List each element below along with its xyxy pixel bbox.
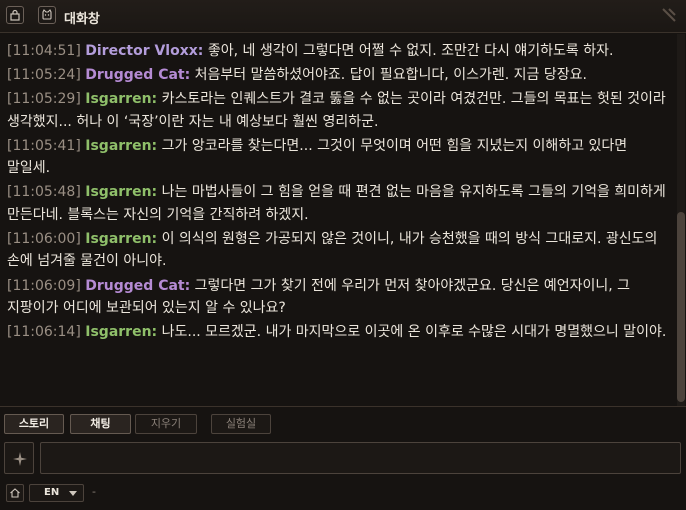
- corner-decoration-icon: [662, 8, 676, 22]
- message-speaker: Drugged Cat:: [85, 67, 191, 84]
- message-timestamp: [11:06:09]: [7, 277, 81, 294]
- message-timestamp: [11:05:29]: [7, 91, 81, 108]
- chat-input[interactable]: [40, 442, 681, 474]
- message-speaker: Isgarren:: [85, 324, 158, 341]
- message-speaker: Isgarren:: [85, 184, 158, 201]
- divider: [0, 406, 686, 407]
- window-title: 대화창: [64, 12, 100, 27]
- chat-log[interactable]: [11:04:51] Director Vloxx: 좋아, 네 생각이 그렇다…: [0, 34, 675, 406]
- message-timestamp: [11:05:24]: [7, 67, 81, 84]
- message-text: 좋아, 네 생각이 그렇다면 어쩔 수 없지. 조만간 다시 얘기하도록 하자.: [203, 43, 614, 59]
- title-bar: 대화창: [0, 0, 686, 33]
- chat-message: [11:05:24] Drugged Cat: 처음부터 말씀하셨어야죠. 답이…: [7, 64, 669, 87]
- scrollbar-thumb[interactable]: [677, 212, 685, 402]
- cat-icon: [42, 9, 52, 20]
- message-timestamp: [11:06:14]: [7, 324, 81, 341]
- status-text: -: [92, 485, 96, 498]
- message-speaker: Drugged Cat:: [85, 277, 191, 294]
- message-timestamp: [11:05:48]: [7, 184, 81, 201]
- chat-message: [11:05:41] Isgarren: 그가 앙코라를 찾는다면... 그것이…: [7, 135, 669, 180]
- lock-button[interactable]: [6, 6, 24, 24]
- lab-button[interactable]: 실험실: [211, 414, 271, 434]
- message-timestamp: [11:04:51]: [7, 43, 81, 59]
- message-timestamp: [11:06:00]: [7, 230, 81, 247]
- chat-message: [11:06:14] Isgarren: 나도... 모르겠군. 내가 마지막으…: [7, 321, 669, 344]
- sparkle-button[interactable]: [4, 442, 34, 474]
- tab-story[interactable]: 스토리: [4, 414, 64, 434]
- tab-chat[interactable]: 채팅: [70, 414, 131, 434]
- language-value: EN: [44, 487, 60, 498]
- footer: EN -: [0, 482, 686, 510]
- cat-button[interactable]: [38, 6, 56, 24]
- lock-icon: [10, 9, 20, 21]
- chat-message: [11:05:29] Isgarren: 카스토라는 인퀘스트가 결코 뚫을 수…: [7, 88, 669, 133]
- message-text: 나도... 모르겠군. 내가 마지막으로 이곳에 온 이후로 수많은 시대가 명…: [157, 324, 667, 341]
- home-button[interactable]: [6, 484, 24, 502]
- message-speaker: Isgarren:: [85, 137, 158, 154]
- message-speaker: Isgarren:: [85, 91, 158, 108]
- language-select[interactable]: EN: [29, 484, 84, 502]
- message-timestamp: [11:05:41]: [7, 137, 81, 154]
- chat-message: [11:04:51] Director Vloxx: 좋아, 네 생각이 그렇다…: [7, 40, 669, 63]
- chat-message: [11:06:00] Isgarren: 이 의식의 원형은 가공되지 않은 것…: [7, 228, 669, 273]
- sparkle-icon: [13, 452, 27, 466]
- chat-message: [11:05:48] Isgarren: 나는 마법사들이 그 힘을 얻을 때 …: [7, 181, 669, 226]
- message-speaker: Director Vloxx:: [85, 43, 204, 59]
- message-speaker: Isgarren:: [85, 230, 158, 247]
- message-text: 처음부터 말씀하셨어야죠. 답이 필요합니다, 이스가렌. 지금 당장요.: [190, 67, 587, 84]
- clear-button[interactable]: 지우기: [135, 414, 197, 434]
- home-icon: [10, 488, 20, 498]
- chevron-down-icon: [69, 491, 77, 496]
- chat-message: [11:06:09] Drugged Cat: 그렇다면 그가 찾기 전에 우리…: [7, 275, 669, 320]
